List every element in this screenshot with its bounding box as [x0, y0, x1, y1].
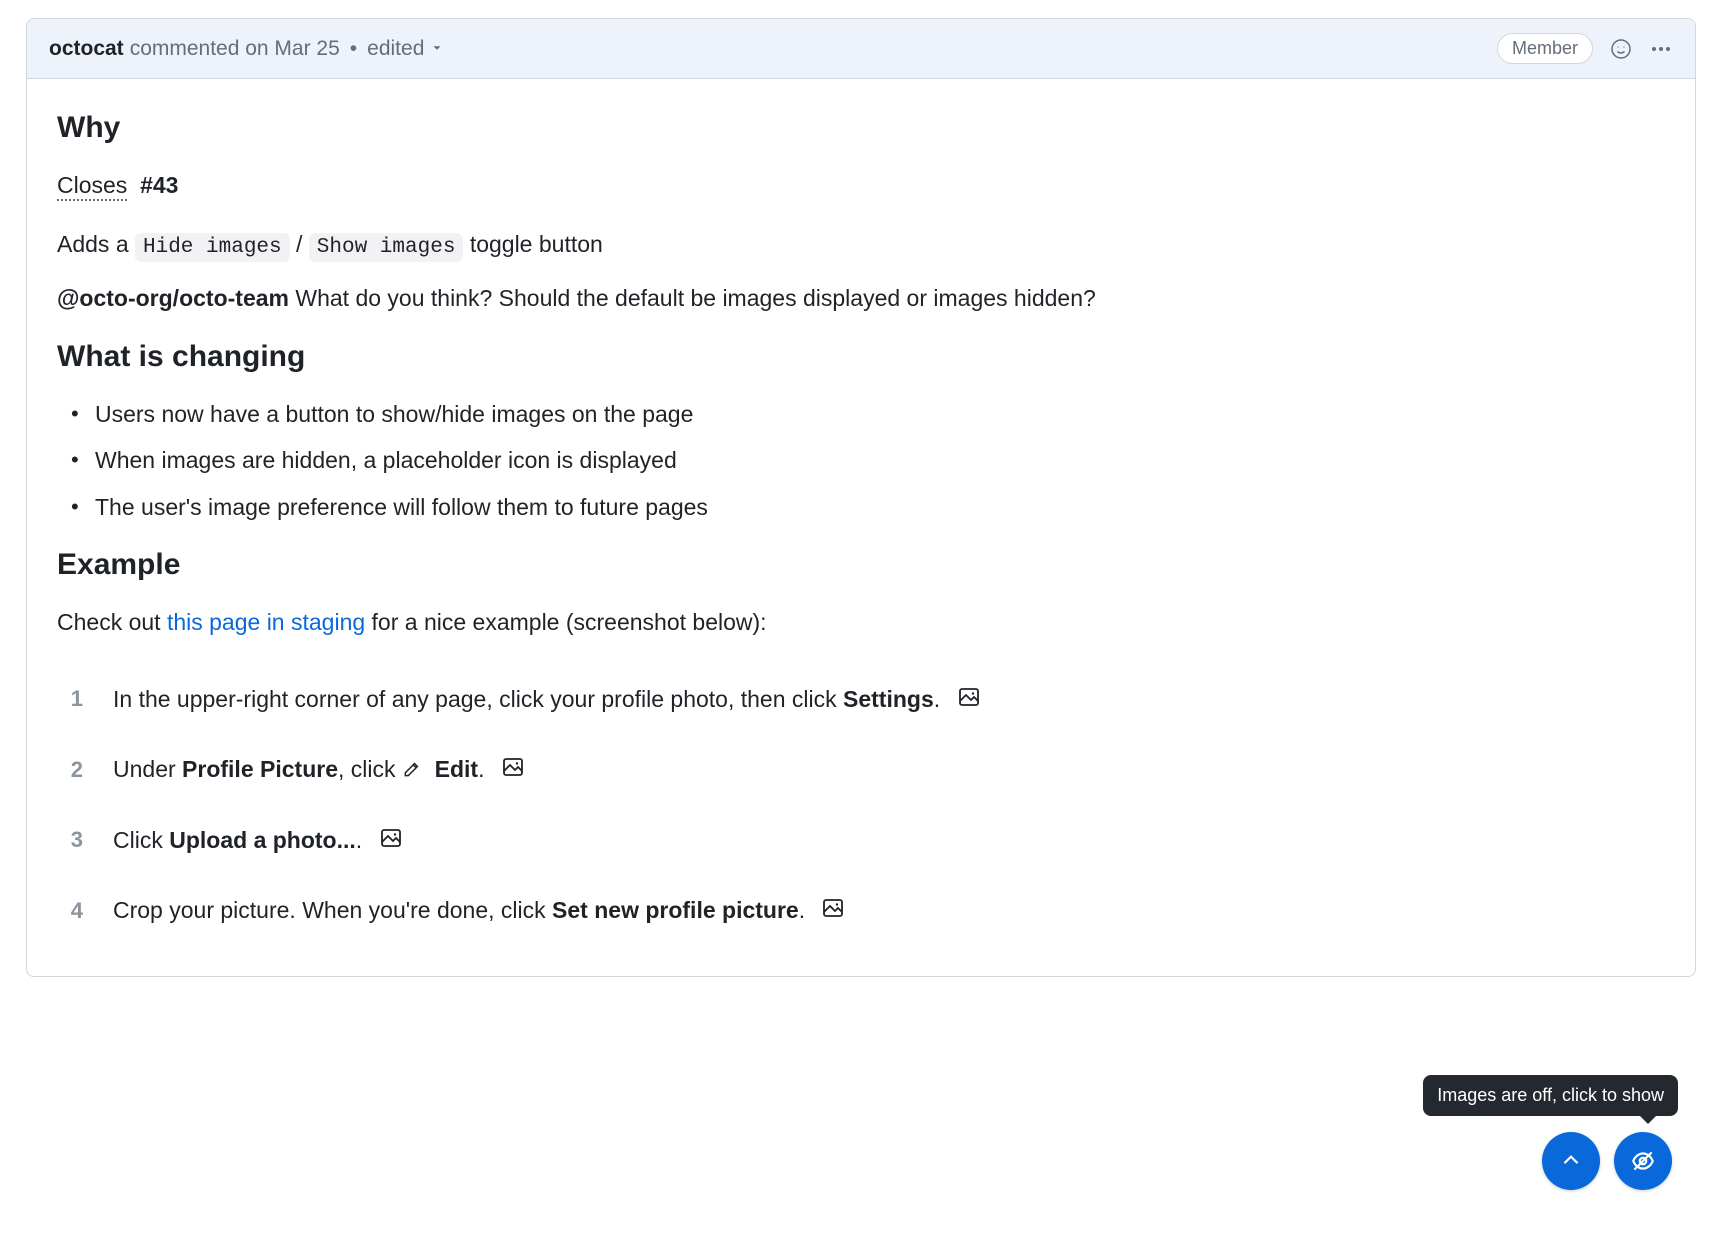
steps-list: 1 In the upper-right corner of any page,…: [57, 664, 1665, 946]
image-placeholder-icon: [957, 685, 981, 709]
scroll-top-button[interactable]: [1542, 1132, 1600, 1190]
comment-body: Why Closes #43 Adds a Hide images / Show…: [27, 79, 1695, 976]
step-text: Click Upload a photo....: [113, 823, 403, 858]
mention-line: @octo-org/octo-team What do you think? S…: [57, 281, 1665, 316]
change-item: When images are hidden, a placeholder ic…: [57, 443, 1665, 478]
heading-why: Why: [57, 105, 1665, 150]
step-number: 3: [57, 823, 83, 856]
code-show-images: Show images: [309, 233, 464, 262]
example-prefix: Check out: [57, 609, 167, 635]
change-item: Users now have a button to show/hide ima…: [57, 397, 1665, 432]
adds-prefix: Adds a: [57, 231, 135, 257]
step-row: 1 In the upper-right corner of any page,…: [57, 664, 1665, 735]
step-number: 1: [57, 682, 83, 715]
adds-line: Adds a Hide images / Show images toggle …: [57, 227, 1665, 264]
image-placeholder-icon: [501, 755, 525, 779]
staging-link[interactable]: this page in staging: [167, 609, 365, 635]
comment-meta: octocat commented on Mar 25 • edited: [49, 37, 444, 61]
closes-text: Closes: [57, 172, 127, 201]
step-row: 4 Crop your picture. When you're done, c…: [57, 875, 1665, 946]
image-placeholder-icon: [821, 896, 845, 920]
image-placeholder-icon: [379, 826, 403, 850]
step-row: 2 Under Profile Picture, click Edit.: [57, 734, 1665, 805]
example-line: Check out this page in staging for a nic…: [57, 605, 1665, 640]
separator: •: [350, 37, 357, 61]
kebab-menu-button[interactable]: [1649, 37, 1673, 61]
comment-container: octocat commented on Mar 25 • edited Mem…: [26, 18, 1696, 977]
floating-buttons: Images are off, click to show: [1542, 1132, 1672, 1190]
caret-down-icon: [430, 37, 444, 61]
change-item: The user's image preference will follow …: [57, 490, 1665, 525]
comment-actions: Member: [1497, 33, 1673, 64]
toggle-images-tooltip: Images are off, click to show: [1423, 1075, 1678, 1116]
team-mention[interactable]: @octo-org/octo-team: [57, 285, 289, 311]
code-separator: /: [296, 231, 302, 257]
toggle-images-button[interactable]: [1614, 1132, 1672, 1190]
author-name[interactable]: octocat: [49, 37, 124, 61]
adds-suffix: toggle button: [470, 231, 603, 257]
heading-example: Example: [57, 542, 1665, 587]
add-reaction-button[interactable]: [1609, 37, 1633, 61]
commented-on: commented on Mar 25: [130, 37, 340, 61]
step-text: Under Profile Picture, click Edit.: [113, 752, 525, 787]
heading-changing: What is changing: [57, 334, 1665, 379]
question-text: What do you think? Should the default be…: [289, 285, 1096, 311]
example-suffix: for a nice example (screenshot below):: [365, 609, 766, 635]
edited-dropdown[interactable]: edited: [367, 37, 444, 61]
pencil-icon: [402, 759, 422, 779]
role-badge: Member: [1497, 33, 1593, 64]
step-row: 3 Click Upload a photo....: [57, 805, 1665, 876]
changes-list: Users now have a button to show/hide ima…: [57, 397, 1665, 525]
closes-line: Closes #43: [57, 168, 1665, 203]
issue-link[interactable]: #43: [140, 172, 178, 198]
step-number: 2: [57, 753, 83, 786]
step-text: In the upper-right corner of any page, c…: [113, 682, 981, 717]
comment-header: octocat commented on Mar 25 • edited Mem…: [27, 19, 1695, 79]
edited-label: edited: [367, 37, 424, 61]
step-number: 4: [57, 894, 83, 927]
step-text: Crop your picture. When you're done, cli…: [113, 893, 845, 928]
code-hide-images: Hide images: [135, 233, 290, 262]
